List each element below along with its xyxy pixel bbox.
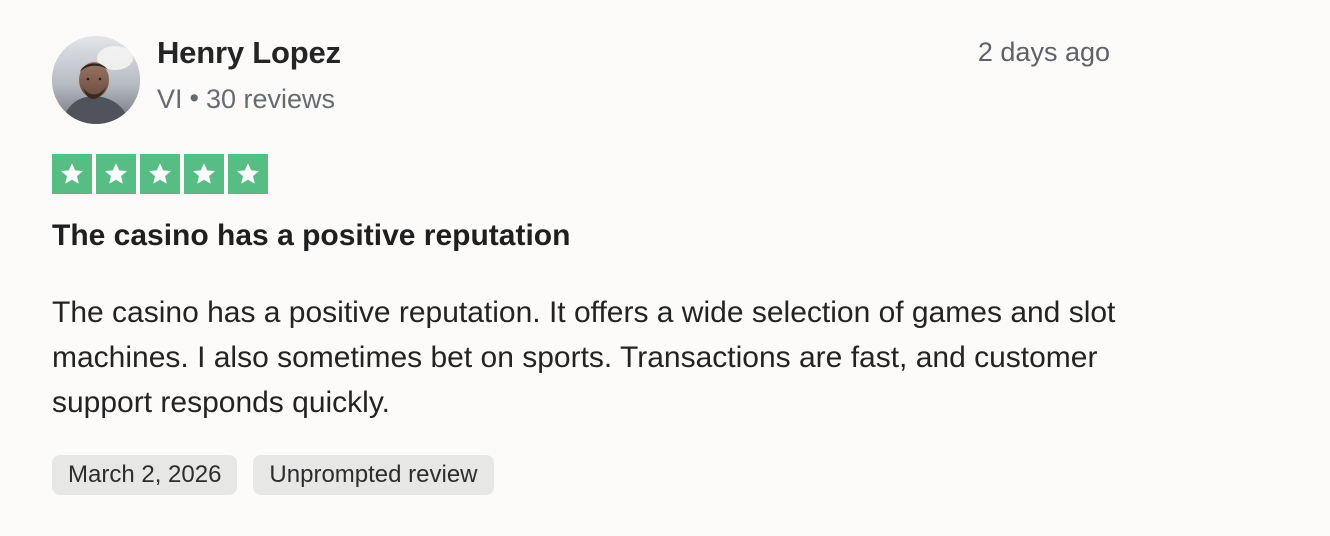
star-icon [237,163,259,184]
star-icon [61,163,83,184]
star-rating-3 [140,154,180,194]
review-body: The casino has a positive reputation. It… [52,296,1116,419]
star-rating-4 [184,154,224,194]
review-date-tag: March 2, 2026 [52,455,238,495]
star-rating-1 [52,154,92,194]
reviewer-meta: VI • 30 reviews [157,83,336,115]
review-card: Henry Lopez VI • 30 reviews 2 days ago T… [0,0,1330,536]
review-count: 30 reviews [205,84,336,114]
reviewer-name[interactable]: Henry Lopez [157,35,341,71]
star-icon [149,163,171,184]
review-title: The casino has a positive reputation [52,219,571,252]
star-icon [105,163,127,184]
review-tags: March 2, 2026 Unprompted review [52,455,494,495]
star-rating-2 [96,154,136,194]
unprompted-review-tag: Unprompted review [253,455,494,495]
meta-separator: • [189,83,199,113]
rating-stars [52,154,268,194]
avatar-icon [52,36,140,124]
star-rating-5 [228,154,268,194]
country-code: VI [157,84,183,114]
star-icon [193,163,215,184]
relative-date: 2 days ago [977,37,1110,67]
avatar[interactable] [52,36,140,124]
